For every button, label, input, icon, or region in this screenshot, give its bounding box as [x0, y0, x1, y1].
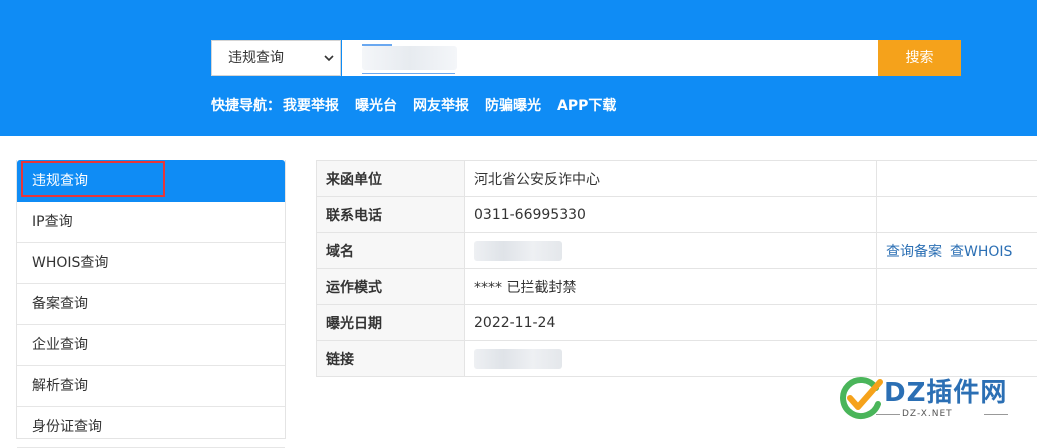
sidebar-item-violation-query[interactable]: 违规查询 — [17, 160, 285, 202]
row-actions — [877, 197, 1037, 233]
sidebar-item-label: 违规查询 — [32, 173, 88, 189]
row-key: 运作模式 — [317, 269, 465, 305]
watermark-divider — [984, 414, 1008, 415]
sidebar-item-company-query[interactable]: 企业查询 — [17, 325, 285, 366]
table-row: 联系电话 0311-66995330 — [317, 197, 1037, 233]
quick-nav: 快捷导航： 我要举报 曝光台 网友举报 防骗曝光 APP下载 — [211, 96, 632, 116]
row-key: 来函单位 — [317, 161, 465, 197]
row-actions — [877, 269, 1037, 305]
quick-nav-anti-fraud[interactable]: 防骗曝光 — [485, 96, 541, 116]
blurred-input-text — [362, 46, 457, 70]
row-value — [465, 341, 877, 377]
sidebar-item-ip-query[interactable]: IP查询 — [17, 202, 285, 243]
quick-nav-label: 快捷导航： — [211, 96, 281, 116]
row-key: 域名 — [317, 233, 465, 269]
row-actions: 查询备案查WHOIS — [877, 233, 1037, 269]
watermark-text: DZ插件网 — [884, 372, 1007, 409]
row-actions — [877, 161, 1037, 197]
watermark-subtext: DZ-X.NET — [902, 409, 953, 419]
sidebar-item-icp-query[interactable]: 备案查询 — [17, 284, 285, 325]
row-value: 河北省公安反诈中心 — [465, 161, 877, 197]
row-value — [465, 233, 877, 269]
search-button[interactable]: 搜索 — [878, 40, 961, 76]
input-underline — [362, 73, 455, 74]
table-row: 来函单位 河北省公安反诈中心 — [317, 161, 1037, 197]
search-type-select[interactable]: 违规查询 — [211, 40, 341, 76]
table-row: 域名 查询备案查WHOIS — [317, 233, 1037, 269]
row-actions — [877, 305, 1037, 341]
sidebar-item-label: 企业查询 — [32, 337, 88, 353]
row-value: **** 已拦截封禁 — [465, 269, 877, 305]
details-table: 来函单位 河北省公安反诈中心 联系电话 0311-66995330 域名 查询备… — [316, 160, 1037, 377]
quick-nav-exposure[interactable]: 曝光台 — [355, 96, 397, 116]
quick-nav-report[interactable]: 我要举报 — [283, 96, 339, 116]
sidebar-item-label: WHOIS查询 — [32, 255, 108, 271]
row-key: 曝光日期 — [317, 305, 465, 341]
chevron-down-icon — [324, 53, 334, 63]
sidebar-item-whois-query[interactable]: WHOIS查询 — [17, 243, 285, 284]
table-row: 曝光日期 2022-11-24 — [317, 305, 1037, 341]
row-key: 联系电话 — [317, 197, 465, 233]
sidebar-item-id-card-query[interactable]: 身份证查询 — [17, 407, 285, 448]
sidebar-item-label: 备案查询 — [32, 296, 88, 312]
sidebar-item-label: 身份证查询 — [32, 419, 102, 435]
search-type-value: 违规查询 — [228, 50, 284, 66]
header-bar: 违规查询 搜索 快捷导航： 我要举报 曝光台 网友举报 防骗曝光 APP下载 — [0, 0, 1037, 136]
query-whois-link[interactable]: 查WHOIS — [950, 244, 1012, 260]
sidebar-item-label: IP查询 — [32, 214, 73, 230]
query-icp-link[interactable]: 查询备案 — [886, 244, 942, 260]
row-value: 2022-11-24 — [465, 305, 877, 341]
row-value: 0311-66995330 — [465, 197, 877, 233]
blurred-link — [474, 349, 562, 369]
quick-nav-user-report[interactable]: 网友举报 — [413, 96, 469, 116]
watermark: DZ插件网 DZ-X.NET — [836, 372, 1026, 428]
search-input[interactable] — [342, 40, 878, 76]
row-key: 链接 — [317, 341, 465, 377]
blurred-domain — [474, 241, 562, 261]
table-row: 运作模式 **** 已拦截封禁 — [317, 269, 1037, 305]
watermark-divider — [876, 414, 900, 415]
sidebar: 违规查询 IP查询 WHOIS查询 备案查询 企业查询 解析查询 身份证查询 — [16, 160, 286, 439]
sidebar-item-label: 解析查询 — [32, 378, 88, 394]
quick-nav-app-download[interactable]: APP下载 — [557, 96, 616, 116]
sidebar-item-dns-query[interactable]: 解析查询 — [17, 366, 285, 407]
